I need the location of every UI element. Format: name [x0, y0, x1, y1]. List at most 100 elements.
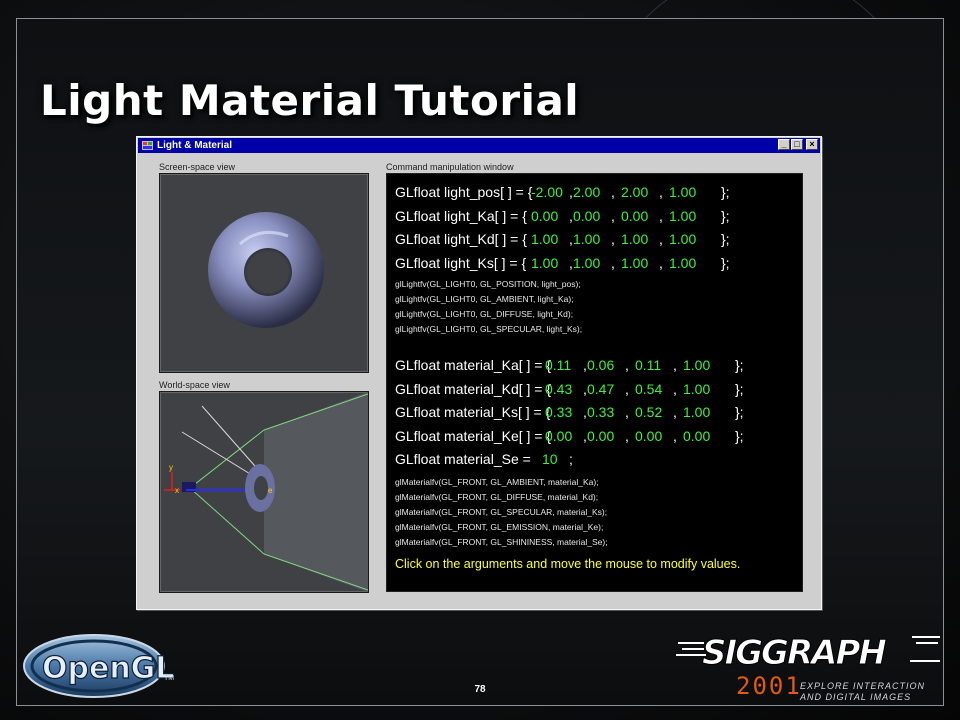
- light-row: GLfloat light_Ka[ ] = {: [395, 208, 527, 224]
- closing-brace: };: [721, 254, 730, 271]
- axis-e-label: e: [268, 486, 273, 495]
- light-value[interactable]: 1.00: [573, 231, 600, 247]
- axis-y-label: y: [169, 463, 173, 472]
- world-view-label: World-space view: [159, 380, 230, 390]
- close-button[interactable]: ×: [806, 139, 818, 150]
- comma: ,: [673, 380, 677, 397]
- material-value[interactable]: 0.00: [545, 428, 572, 444]
- material-value[interactable]: 0.00: [683, 428, 710, 444]
- material-decl: GLfloat material_Ke[ ] = {: [395, 427, 552, 444]
- torus-render: [208, 212, 324, 328]
- window-title: Light & Material: [157, 140, 233, 151]
- comma: ,: [673, 404, 677, 420]
- siggraph-tagline-1: EXPLORE INTERACTION: [800, 681, 925, 691]
- light-value[interactable]: 2.00: [621, 184, 648, 200]
- comma: ,: [625, 404, 629, 420]
- light-value[interactable]: 1.00: [531, 231, 558, 247]
- material-row: GLfloat material_Ks[ ] = {: [395, 404, 550, 420]
- comma: ,: [611, 231, 615, 247]
- material-value[interactable]: 0.00: [587, 428, 614, 444]
- axis-x-label: x: [175, 486, 179, 495]
- material-value[interactable]: 0.00: [635, 428, 662, 444]
- material-decl: GLfloat material_Kd[ ] = {: [395, 380, 552, 397]
- material-value[interactable]: 0.11: [635, 357, 661, 373]
- siggraph-text: SIGGRAPH: [702, 633, 886, 673]
- gl-light-call: glLightfv(GL_LIGHT0, GL_POSITION, light_…: [395, 279, 581, 289]
- light-value[interactable]: 1.00: [531, 255, 558, 271]
- material-value[interactable]: 0.43: [545, 381, 572, 397]
- screen-view-label: Screen-space view: [159, 162, 236, 172]
- light-value[interactable]: 1.00: [573, 255, 600, 271]
- light-value[interactable]: 0.00: [531, 208, 558, 224]
- screen-space-view[interactable]: [159, 173, 369, 373]
- material-value[interactable]: 0.52: [635, 404, 662, 420]
- light-row: GLfloat light_pos[ ] = {: [395, 184, 532, 200]
- material-value[interactable]: 0.33: [545, 404, 572, 420]
- material-value[interactable]: 1.00: [683, 357, 710, 373]
- gl-material-call: glMaterialfv(GL_FRONT, GL_SHININESS, mat…: [395, 537, 608, 547]
- gl-material-call: glMaterialfv(GL_FRONT, GL_EMISSION, mate…: [395, 522, 604, 532]
- material-value[interactable]: 0.54: [635, 381, 662, 397]
- opengl-tm: TM: [164, 675, 174, 682]
- app-icon: [141, 141, 153, 151]
- light-value[interactable]: 1.00: [621, 255, 648, 271]
- light-value[interactable]: 2.00: [573, 184, 600, 200]
- siggraph-2001-logo: SIGGRAPH 2001 EXPLORE INTERACTION AND DI…: [676, 633, 940, 702]
- shininess-decl: GLfloat material_Se =: [395, 451, 531, 467]
- comma: ,: [673, 357, 677, 373]
- closing-brace: };: [721, 184, 730, 200]
- light-decl: GLfloat light_Kd[ ] = {: [395, 231, 527, 247]
- comma: ,: [659, 207, 663, 224]
- material-value[interactable]: 1.00: [683, 404, 710, 420]
- slide-title: Light Material Tutorial: [40, 76, 580, 125]
- minimize-button[interactable]: _: [778, 139, 790, 150]
- comma: ,: [625, 380, 629, 397]
- light-decl: GLfloat light_pos[ ] = {: [395, 184, 533, 200]
- comma: ,: [625, 427, 629, 444]
- shininess-value[interactable]: 10: [542, 451, 558, 467]
- light-value[interactable]: 0.00: [621, 208, 648, 224]
- light-row: GLfloat light_Ks[ ] = {: [395, 255, 526, 271]
- comma: ,: [611, 207, 615, 224]
- command-manipulation-window: GLfloat light_pos[ ] = {-2.00, 2.00, 2.00,…: [386, 173, 803, 592]
- siggraph-tagline-2: AND DIGITAL IMAGES: [799, 692, 911, 702]
- material-value[interactable]: 0.47: [587, 381, 614, 397]
- siggraph-year: 2001: [736, 672, 802, 700]
- semicolon: ;: [569, 451, 573, 467]
- light-value[interactable]: 1.00: [669, 231, 696, 247]
- light-row: GLfloat light_Kd[ ] = {: [395, 231, 527, 247]
- material-value[interactable]: 1.00: [683, 381, 710, 397]
- maximize-button[interactable]: □: [791, 139, 803, 150]
- light-decl: GLfloat light_Ka[ ] = {: [395, 207, 527, 224]
- instruction-hint: Click on the arguments and move the mous…: [395, 557, 741, 571]
- material-value[interactable]: 0.06: [587, 357, 614, 373]
- light-value[interactable]: -2.00: [531, 184, 563, 200]
- material-row: GLfloat material_Ka[ ] = {: [395, 357, 551, 373]
- light-value[interactable]: 0.00: [573, 208, 600, 224]
- light-value[interactable]: 1.00: [669, 184, 696, 200]
- gl-light-call: glLightfv(GL_LIGHT0, GL_DIFFUSE, light_K…: [395, 309, 574, 319]
- gl-material-call: glMaterialfv(GL_FRONT, GL_AMBIENT, mater…: [395, 477, 599, 487]
- gl-light-call: glLightfv(GL_LIGHT0, GL_AMBIENT, light_K…: [395, 294, 574, 304]
- light-value[interactable]: 1.00: [621, 231, 648, 247]
- command-window-label: Command manipulation window: [386, 162, 514, 172]
- closing-brace: };: [735, 380, 744, 397]
- comma: ,: [625, 357, 629, 373]
- material-value[interactable]: 0.11: [545, 357, 571, 373]
- comma: ,: [659, 254, 663, 271]
- gl-material-call: glMaterialfv(GL_FRONT, GL_DIFFUSE, mater…: [395, 492, 599, 502]
- light-value[interactable]: 1.00: [669, 208, 696, 224]
- comma: ,: [659, 231, 663, 247]
- material-decl: GLfloat material_Ks[ ] = {: [395, 404, 551, 420]
- material-value[interactable]: 0.33: [587, 404, 614, 420]
- material-row: GLfloat material_Kd[ ] = {: [395, 381, 551, 397]
- world-scene: y x e: [164, 392, 369, 592]
- gl-light-call: glLightfv(GL_LIGHT0, GL_SPECULAR, light_…: [395, 324, 583, 334]
- world-space-view[interactable]: y x e: [159, 391, 369, 593]
- light-value[interactable]: 1.00: [669, 255, 696, 271]
- comma: ,: [611, 254, 615, 271]
- gl-material-call: glMaterialfv(GL_FRONT, GL_SPECULAR, mate…: [395, 507, 608, 517]
- closing-brace: };: [721, 231, 730, 247]
- window-titlebar[interactable]: Light & Material _ □ ×: [138, 138, 820, 153]
- material-row: GLfloat material_Ke[ ] = {: [395, 428, 551, 444]
